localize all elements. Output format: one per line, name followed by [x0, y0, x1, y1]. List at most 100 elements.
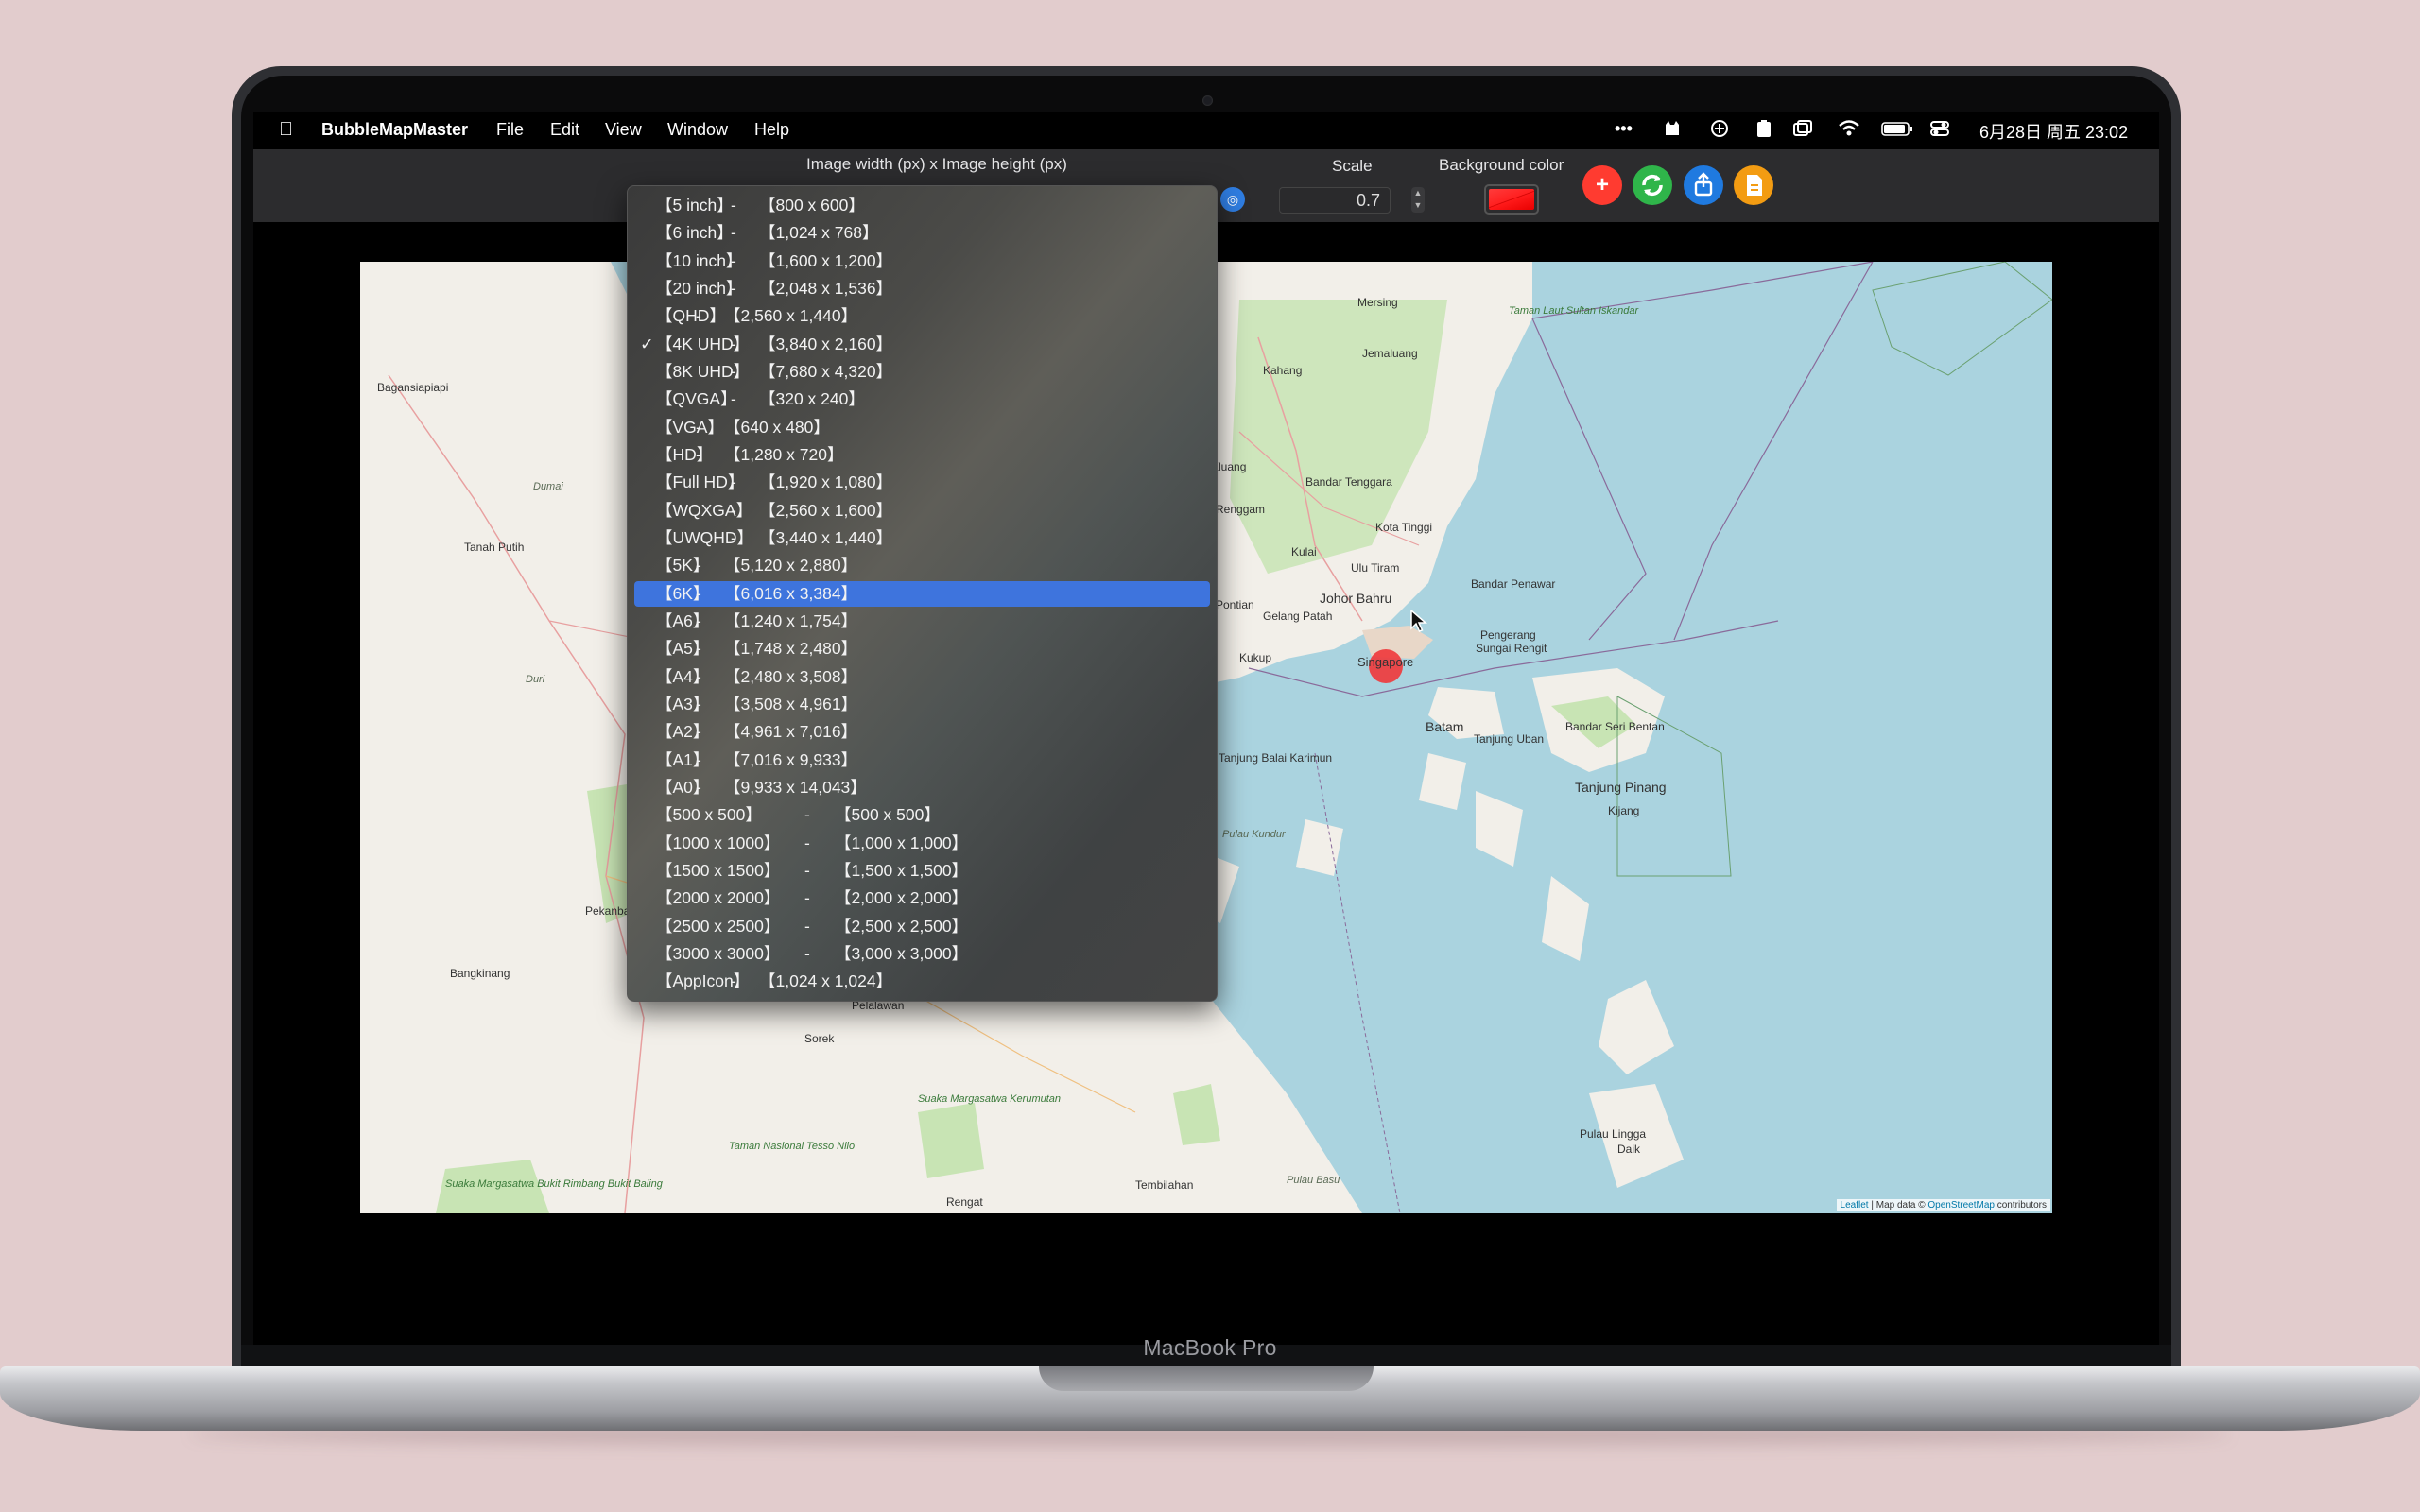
dropdown-item-separator: -	[731, 196, 736, 215]
map-label: Kota Tinggi	[1375, 521, 1433, 534]
dropdown-item-size: 【1,000 x 1,000】	[835, 833, 969, 852]
dropdown-item[interactable]: 【AppIcon】 - 【1,024 x 1,024】	[634, 969, 1210, 994]
refresh-button[interactable]	[1633, 165, 1672, 205]
dropdown-item-separator: -	[696, 417, 701, 437]
apple-menu-icon[interactable]: 	[279, 119, 293, 141]
control-center-icon[interactable]	[1929, 119, 1950, 143]
dropdown-item[interactable]: 【A4】 - 【2,480 x 3,508】	[634, 664, 1210, 690]
dropdown-item-separator: -	[696, 610, 701, 630]
background-color-label: Background color	[1439, 156, 1564, 174]
dropdown-item[interactable]: 【A3】 - 【3,508 x 4,961】	[634, 692, 1210, 717]
map-label: Bagansiapiapi	[377, 381, 449, 394]
map-label: Kijang	[1608, 804, 1640, 817]
dropdown-item[interactable]: 【6 inch】 - 【1,024 x 768】	[634, 220, 1210, 246]
dropdown-item[interactable]: 【A0】 - 【9,933 x 14,043】	[634, 775, 1210, 800]
menu-window[interactable]: Window	[667, 120, 728, 140]
share-button[interactable]	[1684, 165, 1723, 205]
map-attribution: Leaflet | Map data © OpenStreetMap contr…	[1836, 1199, 2050, 1211]
map-label: Tanjung Pinang	[1575, 780, 1667, 795]
dropdown-item-name: 【6 inch】	[656, 223, 734, 243]
wifi-icon[interactable]	[1838, 119, 1860, 143]
dropdown-item-separator: -	[696, 722, 701, 742]
dropdown-item[interactable]: ✓ 【4K UHD】 - 【3,840 x 2,160】	[634, 332, 1210, 357]
size-label: Image width (px) x Image height (px)	[806, 155, 1067, 173]
dropdown-item-name: 【10 inch】	[656, 250, 743, 270]
dropdown-item-name: 【500 x 500】	[656, 805, 762, 825]
dropdown-item[interactable]: 【500 x 500】 - 【500 x 500】	[634, 802, 1210, 828]
battery-icon[interactable]	[1881, 119, 1913, 143]
map-label: Kukup	[1239, 651, 1272, 664]
dropdown-item[interactable]: 【3000 x 3000】 - 【3,000 x 3,000】	[634, 941, 1210, 967]
map-label: Daik	[1617, 1143, 1641, 1156]
dropdown-item[interactable]: 【QVGA】 - 【320 x 240】	[634, 387, 1210, 412]
dropdown-item-separator: -	[696, 777, 701, 797]
target-icon[interactable]: ◎	[1220, 187, 1245, 212]
cat-icon[interactable]	[1663, 119, 1682, 143]
dropdown-item[interactable]: 【10 inch】 - 【1,600 x 1,200】	[634, 249, 1210, 274]
menu-edit[interactable]: Edit	[550, 120, 579, 140]
map-label: Suaka Margasatwa Bukit Rimbang Bukit Bal…	[445, 1178, 663, 1190]
map-label: Taman Laut Sultan Iskandar	[1509, 305, 1639, 317]
clock[interactable]: 6月28日 周五 23:02	[1979, 119, 2128, 144]
more-icon[interactable]: •••	[1615, 119, 1633, 139]
export-button[interactable]	[1734, 165, 1773, 205]
window-icon[interactable]	[1792, 119, 1813, 143]
map-label: Kulai	[1291, 545, 1317, 558]
dropdown-item[interactable]: 【5 inch】 - 【800 x 600】	[634, 193, 1210, 218]
dropdown-item-separator: -	[731, 500, 736, 520]
scale-input[interactable]: 0.7	[1279, 187, 1391, 214]
add-button[interactable]: +	[1582, 165, 1622, 205]
dropdown-item-size: 【6,016 x 3,384】	[724, 583, 858, 603]
device-label: MacBook Pro	[1143, 1335, 1277, 1360]
dropdown-item[interactable]: 【5K】 - 【5,120 x 2,880】	[634, 553, 1210, 578]
dropdown-item[interactable]: 【A1】 - 【7,016 x 9,933】	[634, 747, 1210, 773]
mouse-cursor-icon	[1410, 609, 1428, 639]
map-label: Tanjung Balai Karimun	[1219, 751, 1333, 765]
dropdown-item-size: 【1,280 x 720】	[724, 444, 844, 464]
dropdown-item-name: 【2000 x 2000】	[656, 888, 781, 908]
clipboard-icon[interactable]	[1756, 119, 1772, 143]
map-label: Bandar Penawar	[1471, 577, 1556, 591]
dropdown-item[interactable]: 【2500 x 2500】 - 【2,500 x 2,500】	[634, 914, 1210, 939]
dropdown-item-name: 【3000 x 3000】	[656, 943, 781, 963]
dropdown-item-size: 【1,024 x 1,024】	[759, 971, 893, 991]
dropdown-item-size: 【320 x 240】	[759, 389, 865, 409]
dropdown-item-size: 【640 x 480】	[724, 417, 830, 437]
dropdown-item[interactable]: 【A2】 - 【4,961 x 7,016】	[634, 719, 1210, 745]
scale-stepper[interactable]: ▲ ▼	[1411, 187, 1425, 213]
dropdown-item[interactable]: 【UWQHD】 - 【3,440 x 1,440】	[634, 525, 1210, 551]
sync-icon[interactable]	[1709, 119, 1730, 143]
dropdown-item[interactable]: 【QHD】 - 【2,560 x 1,440】	[634, 303, 1210, 329]
dropdown-item[interactable]: 【6K】 - 【6,016 x 3,384】	[634, 580, 1210, 607]
dropdown-item-separator: -	[731, 361, 736, 381]
dropdown-item[interactable]: 【Full HD】 - 【1,920 x 1,080】	[634, 470, 1210, 495]
background-color-well[interactable]	[1484, 184, 1539, 215]
laptop-notch	[1039, 1366, 1374, 1391]
menu-help[interactable]: Help	[754, 120, 789, 140]
dropdown-item[interactable]: 【A6】 - 【1,240 x 1,754】	[634, 609, 1210, 634]
dropdown-item-size: 【3,000 x 3,000】	[835, 943, 969, 963]
leaflet-link[interactable]: Leaflet	[1841, 1200, 1869, 1211]
menu-view[interactable]: View	[605, 120, 642, 140]
dropdown-item-separator: -	[731, 527, 736, 547]
osm-link[interactable]: OpenStreetMap	[1927, 1200, 1995, 1211]
camera-icon	[1202, 95, 1213, 106]
dropdown-item-name: 【UWQHD】	[656, 527, 754, 547]
dropdown-item[interactable]: 【1500 x 1500】 - 【1,500 x 1,500】	[634, 858, 1210, 884]
map-label: Renggam	[1216, 503, 1266, 516]
map-label: Rengat	[946, 1195, 983, 1209]
dropdown-item-name: 【WQXGA】	[656, 500, 753, 520]
dropdown-item[interactable]: 【8K UHD】 - 【7,680 x 4,320】	[634, 359, 1210, 385]
menu-file[interactable]: File	[496, 120, 524, 140]
map-label: Kahang	[1263, 364, 1303, 377]
dropdown-item[interactable]: 【2000 x 2000】 - 【2,000 x 2,000】	[634, 885, 1210, 911]
dropdown-item[interactable]: 【HD】 - 【1,280 x 720】	[634, 442, 1210, 468]
dropdown-item[interactable]: 【1000 x 1000】 - 【1,000 x 1,000】	[634, 831, 1210, 856]
dropdown-item[interactable]: 【20 inch】 - 【2,048 x 1,536】	[634, 276, 1210, 301]
dropdown-item[interactable]: 【A5】 - 【1,748 x 2,480】	[634, 636, 1210, 662]
dropdown-item-size: 【1,920 x 1,080】	[759, 472, 893, 492]
app-name-menu[interactable]: BubbleMapMaster	[321, 120, 468, 140]
dropdown-item[interactable]: 【WQXGA】 - 【2,560 x 1,600】	[634, 498, 1210, 524]
dropdown-item[interactable]: 【VGA】 - 【640 x 480】	[634, 415, 1210, 440]
dropdown-item-size: 【1,024 x 768】	[759, 223, 879, 243]
